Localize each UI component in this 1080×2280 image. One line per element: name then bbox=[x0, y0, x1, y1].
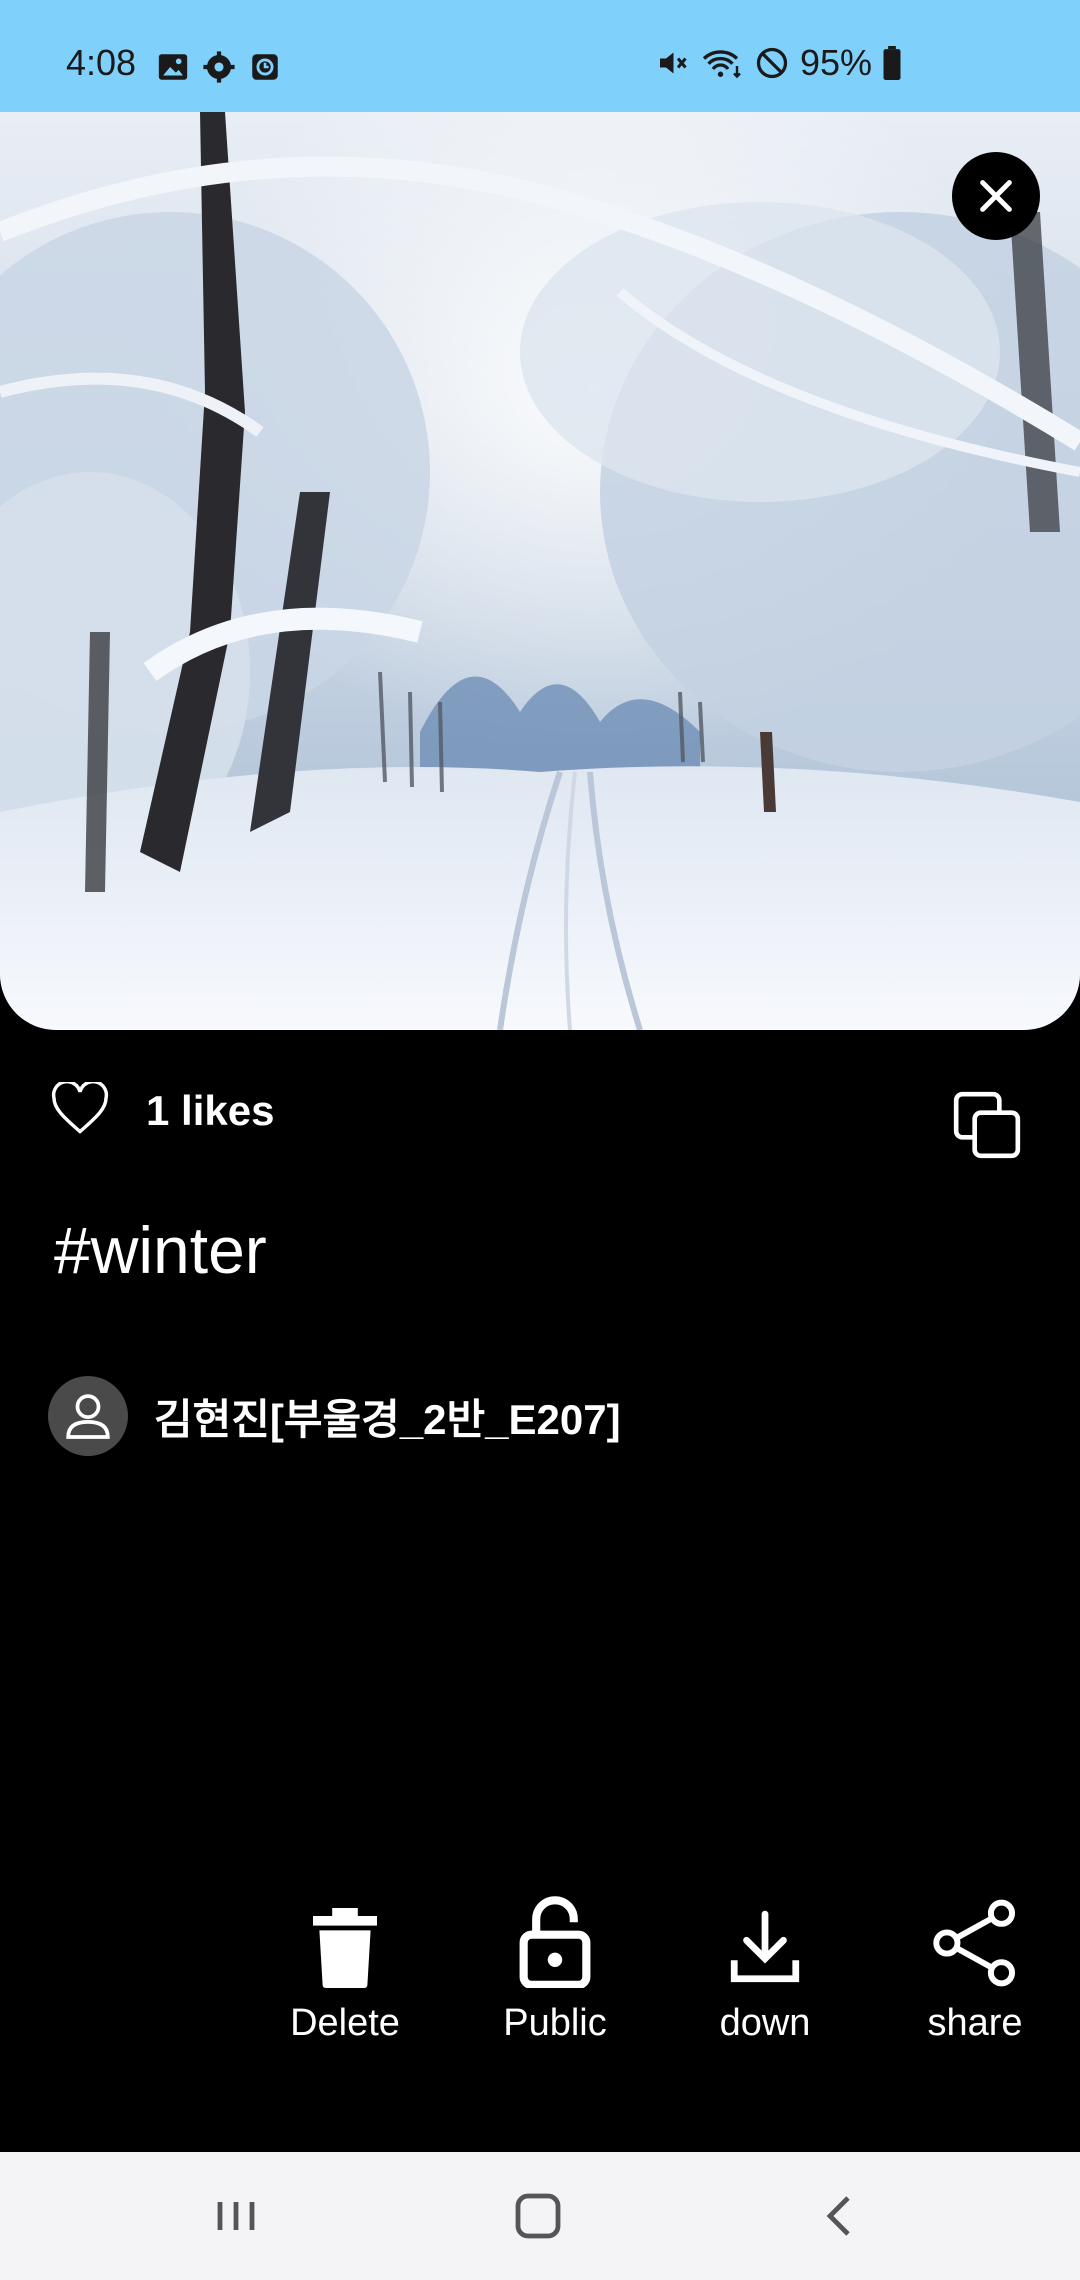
delete-label: Delete bbox=[290, 2002, 400, 2044]
unlock-icon bbox=[519, 1896, 591, 1988]
close-icon bbox=[980, 180, 1012, 212]
download-label: down bbox=[719, 2002, 811, 2044]
likes-count: 1 likes bbox=[146, 1086, 275, 1134]
trash-icon bbox=[313, 1908, 377, 1988]
author-name: 김현진[부울경_2반_E207] bbox=[154, 1395, 621, 1443]
share-icon bbox=[933, 1899, 1016, 1987]
avatar bbox=[48, 1376, 128, 1456]
recent-apps-icon bbox=[217, 2202, 255, 2230]
download-button[interactable]: down bbox=[675, 1892, 855, 2045]
gallery-icon bbox=[156, 50, 190, 89]
gear-icon bbox=[202, 50, 236, 89]
user-icon bbox=[66, 1394, 110, 1439]
do-not-disturb-icon bbox=[754, 45, 790, 81]
status-bar: 4:08 95% bbox=[0, 0, 1080, 112]
wifi-icon bbox=[700, 45, 744, 81]
status-left-icons bbox=[156, 50, 282, 89]
delete-button[interactable]: Delete bbox=[255, 1892, 435, 2045]
recent-apps-button[interactable] bbox=[214, 2186, 258, 2251]
close-button[interactable] bbox=[952, 152, 1040, 240]
battery-level: 95% bbox=[799, 42, 872, 83]
status-right: 95% bbox=[654, 42, 902, 84]
action-bar: Delete Public down share bbox=[0, 1892, 1080, 2052]
back-button[interactable] bbox=[818, 2186, 862, 2251]
clock-icon bbox=[248, 50, 282, 89]
author-row[interactable]: 김현진[부울경_2반_E207] bbox=[48, 1376, 621, 1456]
copy-button[interactable] bbox=[950, 1088, 1024, 1167]
share-button[interactable]: share bbox=[885, 1892, 1065, 2045]
home-button[interactable] bbox=[512, 2186, 564, 2251]
back-icon bbox=[826, 2196, 850, 2236]
status-time: 4:08 bbox=[66, 42, 137, 83]
like-button[interactable] bbox=[50, 1079, 110, 1139]
post-photo bbox=[0, 112, 1080, 1030]
home-icon bbox=[515, 2193, 561, 2239]
mute-icon bbox=[654, 45, 690, 81]
share-label: share bbox=[927, 2002, 1023, 2044]
download-icon bbox=[730, 1910, 800, 1983]
copy-icon bbox=[953, 1091, 1021, 1159]
public-button[interactable]: Public bbox=[465, 1892, 645, 2045]
likes-row: 1 likes bbox=[50, 1079, 275, 1139]
battery-icon bbox=[882, 46, 902, 80]
heart-icon bbox=[51, 1079, 109, 1134]
navigation-bar bbox=[0, 2152, 1080, 2280]
post-hashtag[interactable]: #winter bbox=[54, 1212, 267, 1288]
public-label: Public bbox=[503, 2002, 607, 2044]
